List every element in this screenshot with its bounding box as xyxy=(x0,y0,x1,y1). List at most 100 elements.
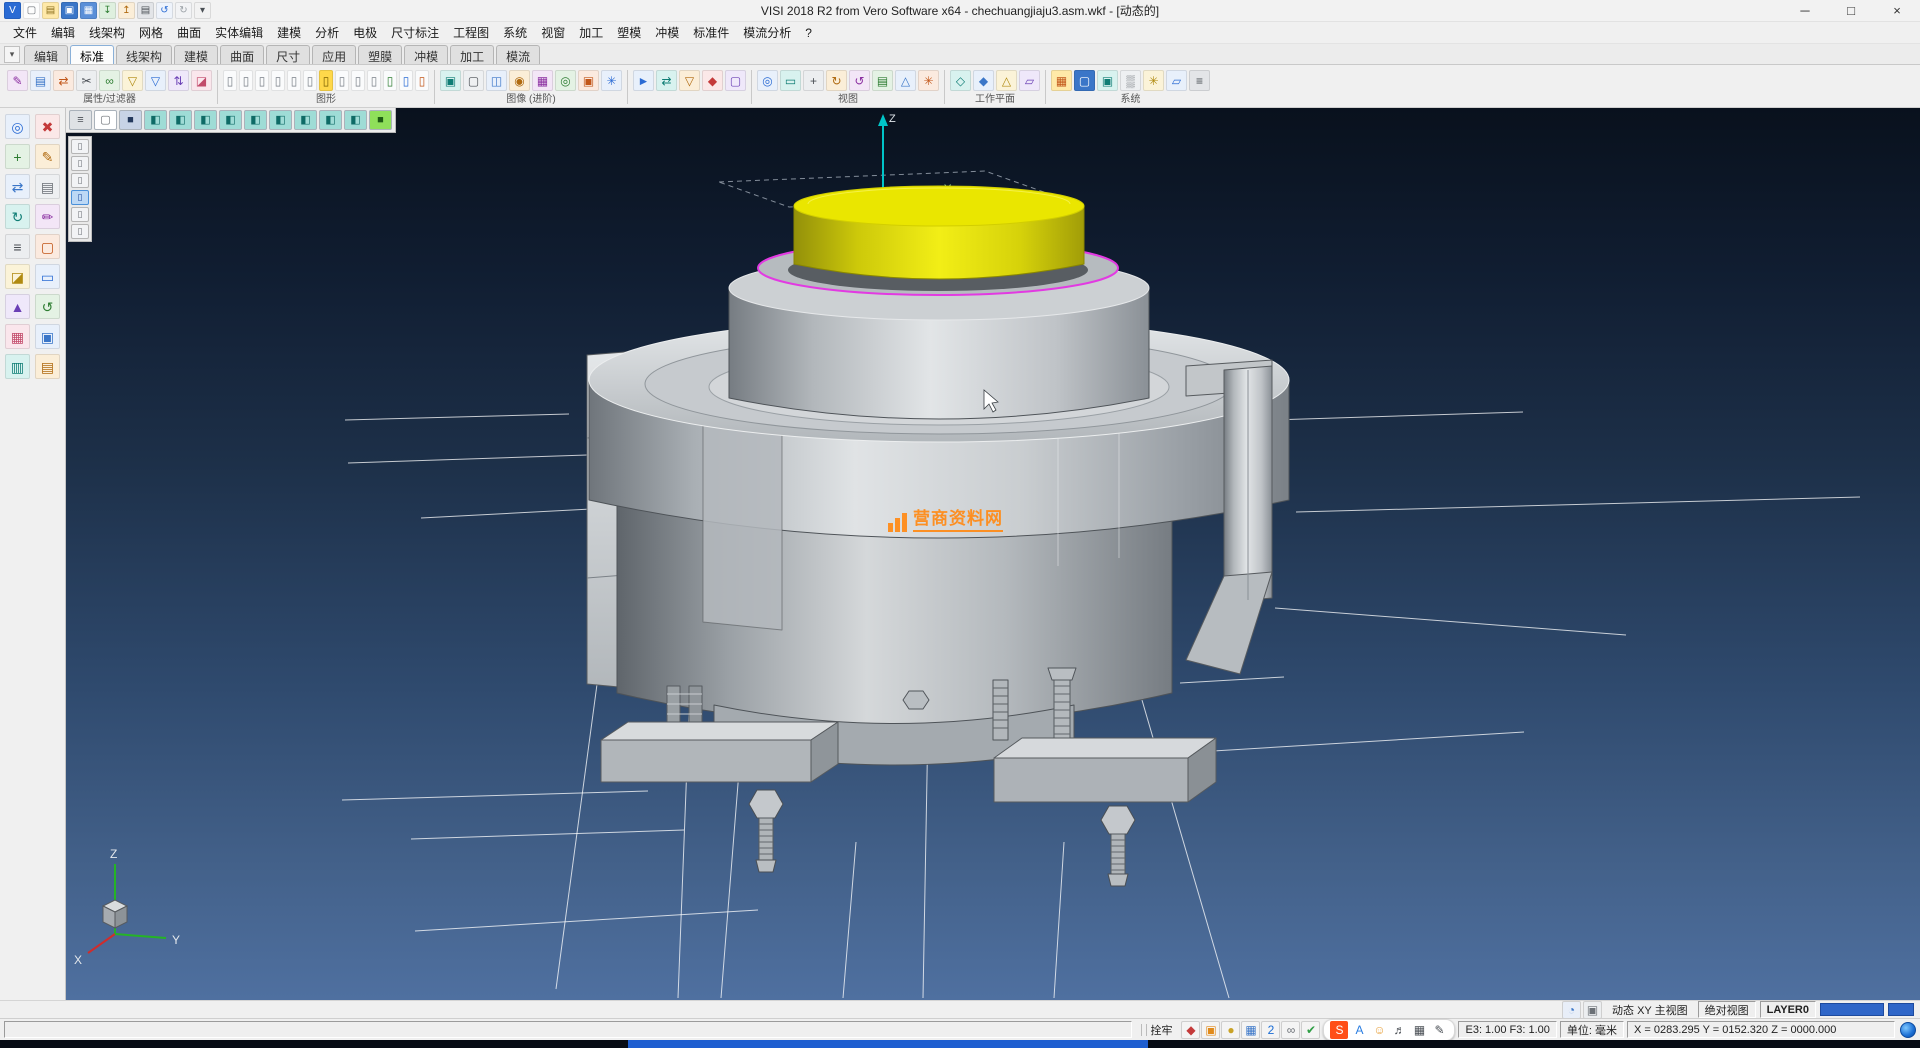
cut-scissors-icon[interactable]: ✂ xyxy=(76,70,97,91)
tab-4[interactable]: 建模 xyxy=(174,45,218,64)
eraser-icon[interactable]: ◪ xyxy=(5,264,30,289)
menu-item-8[interactable]: 分析 xyxy=(308,21,346,44)
render-settings-icon[interactable]: ✳ xyxy=(601,70,622,91)
filter-arrows-icon[interactable]: ⇅ xyxy=(168,70,189,91)
menu-item-1[interactable]: 文件 xyxy=(6,21,44,44)
undo-icon[interactable]: ↺ xyxy=(156,2,173,19)
options-icon[interactable]: ≡ xyxy=(1189,70,1210,91)
snap-point-icon[interactable]: + xyxy=(5,144,30,169)
menu-item-16[interactable]: 冲模 xyxy=(648,21,686,44)
report-icon[interactable]: ▥ xyxy=(5,354,30,379)
taskbar-sliver[interactable] xyxy=(0,1040,1920,1048)
menu-item-5[interactable]: 曲面 xyxy=(170,21,208,44)
filter-funnel-icon[interactable]: ▽ xyxy=(122,70,143,91)
cad-exchange-icon[interactable]: ▱ xyxy=(1166,70,1187,91)
layer-color-bar-2[interactable] xyxy=(1888,1003,1914,1016)
annotate-pencil-icon[interactable]: ✏ xyxy=(35,204,60,229)
perspective-icon[interactable]: △ xyxy=(895,70,916,91)
tab-2[interactable]: 标准 xyxy=(70,45,114,64)
graphics-pane-10-icon[interactable]: ▯ xyxy=(367,70,381,91)
model-assembly[interactable] xyxy=(587,186,1289,886)
ime-mic-icon[interactable]: ♬ xyxy=(1390,1021,1408,1039)
attribute-copy-icon[interactable]: ▤ xyxy=(30,70,51,91)
tab-3[interactable]: 线架构 xyxy=(116,45,172,64)
view-wireframe-icon[interactable]: ▢ xyxy=(94,110,117,130)
render-toggle-icon[interactable]: ■ xyxy=(369,110,392,130)
attribute-brush-icon[interactable]: ✎ xyxy=(7,70,28,91)
menu-item-7[interactable]: 建模 xyxy=(270,21,308,44)
layer-color-bar[interactable] xyxy=(1820,1003,1884,1016)
view-filter-icon[interactable]: ▽ xyxy=(679,70,700,91)
menu-item-4[interactable]: 网格 xyxy=(132,21,170,44)
hidden-line-icon[interactable]: ◫ xyxy=(486,70,507,91)
camera-icon[interactable]: ◎ xyxy=(555,70,576,91)
menu-item-10[interactable]: 尺寸标注 xyxy=(384,21,446,44)
tab-5[interactable]: 曲面 xyxy=(220,45,264,64)
menu-item-9[interactable]: 电极 xyxy=(346,21,384,44)
ime-keyboard-icon[interactable]: ▦ xyxy=(1410,1021,1428,1039)
system-monitor-icon[interactable]: ▣ xyxy=(1097,70,1118,91)
graphics-pane-1-icon[interactable]: ▯ xyxy=(223,70,237,91)
menu-item-11[interactable]: 工程图 xyxy=(446,21,496,44)
3d-scene[interactable]: Z X Y xyxy=(66,108,1920,1000)
workplane-align-icon[interactable]: ◆ xyxy=(973,70,994,91)
maximize-button[interactable]: □ xyxy=(1828,0,1874,21)
ime-emoji-icon[interactable]: ☺ xyxy=(1370,1021,1388,1039)
open-folder-icon[interactable]: ▤ xyxy=(42,2,59,19)
graphics-pane-9-icon[interactable]: ▯ xyxy=(351,70,365,91)
view-iso-3-icon[interactable]: ◧ xyxy=(194,110,217,130)
menu-item-6[interactable]: 实体编辑 xyxy=(208,21,270,44)
save-icon[interactable]: ▣ xyxy=(61,2,78,19)
redraw-icon[interactable]: ✳ xyxy=(918,70,939,91)
export-icon[interactable]: ↥ xyxy=(118,2,135,19)
model-threaded-stud-center[interactable] xyxy=(993,680,1008,740)
display-mode-icon[interactable]: ▦ xyxy=(1241,1021,1260,1039)
bounding-box-icon[interactable]: ▢ xyxy=(725,70,746,91)
tab-11[interactable]: 模流 xyxy=(496,45,540,64)
save-icon[interactable]: ▣ xyxy=(35,324,60,349)
menu-item-14[interactable]: 加工 xyxy=(572,21,610,44)
minimize-button[interactable]: ─ xyxy=(1782,0,1828,21)
graphics-pane-6-icon[interactable]: ▯ xyxy=(303,70,317,91)
display-settings-icon[interactable]: ▢ xyxy=(1074,70,1095,91)
snapshot-icon[interactable]: ▣ xyxy=(578,70,599,91)
workplane-view-icon[interactable]: ▱ xyxy=(1019,70,1040,91)
notepad-icon[interactable]: ▢ xyxy=(35,234,60,259)
lock-toggle[interactable]: 拴牢 xyxy=(1135,1021,1178,1039)
count-indicator-icon[interactable]: 2 xyxy=(1261,1021,1280,1039)
app-logo-icon[interactable]: V xyxy=(4,2,21,19)
delete-cross-icon[interactable]: ✖ xyxy=(35,114,60,139)
graphics-pane-3-icon[interactable]: ▯ xyxy=(255,70,269,91)
zoom-icon[interactable]: ◎ xyxy=(5,114,30,139)
snap-mode-icon[interactable]: ◆ xyxy=(1181,1021,1200,1039)
document-icon[interactable]: ▤ xyxy=(35,354,60,379)
dynamic-shading-icon[interactable]: ◉ xyxy=(509,70,530,91)
tab-6[interactable]: 尺寸 xyxy=(266,45,310,64)
print-icon[interactable]: ▤ xyxy=(137,2,154,19)
import-icon[interactable]: ↧ xyxy=(99,2,116,19)
graphics-pane-8-icon[interactable]: ▯ xyxy=(335,70,349,91)
layer-indicator[interactable]: LAYER0 xyxy=(1760,1001,1816,1018)
view-iso-8-icon[interactable]: ◧ xyxy=(319,110,342,130)
filter-edit-icon[interactable]: ▽ xyxy=(145,70,166,91)
redo-icon[interactable]: ↻ xyxy=(175,2,192,19)
view-iso-7-icon[interactable]: ◧ xyxy=(294,110,317,130)
pan-view-icon[interactable]: + xyxy=(803,70,824,91)
layers-icon[interactable]: ≡ xyxy=(5,234,30,259)
attribute-swap-icon[interactable]: ⇄ xyxy=(53,70,74,91)
image-capture-icon[interactable]: ▣ xyxy=(1201,1021,1220,1039)
globe-icon[interactable] xyxy=(1900,1022,1916,1038)
measure-icon[interactable]: ▭ xyxy=(35,264,60,289)
build-hammer-icon[interactable]: ▲ xyxy=(5,294,30,319)
previous-view-icon[interactable]: ↺ xyxy=(849,70,870,91)
view-shaded-icon[interactable]: ■ xyxy=(119,110,142,130)
menu-item-19[interactable]: ? xyxy=(798,23,819,43)
ime-tools-icon[interactable]: ✎ xyxy=(1430,1021,1448,1039)
view-orient-icon[interactable]: ◔ xyxy=(1562,1001,1581,1019)
tab-7[interactable]: 应用 xyxy=(312,45,356,64)
ime-lang-icon[interactable]: A xyxy=(1350,1021,1368,1039)
menu-item-2[interactable]: 编辑 xyxy=(44,21,82,44)
new-file-icon[interactable]: ▢ xyxy=(23,2,40,19)
graphics-pane-5-icon[interactable]: ▯ xyxy=(287,70,301,91)
sogou-logo-icon[interactable]: S xyxy=(1330,1021,1348,1039)
